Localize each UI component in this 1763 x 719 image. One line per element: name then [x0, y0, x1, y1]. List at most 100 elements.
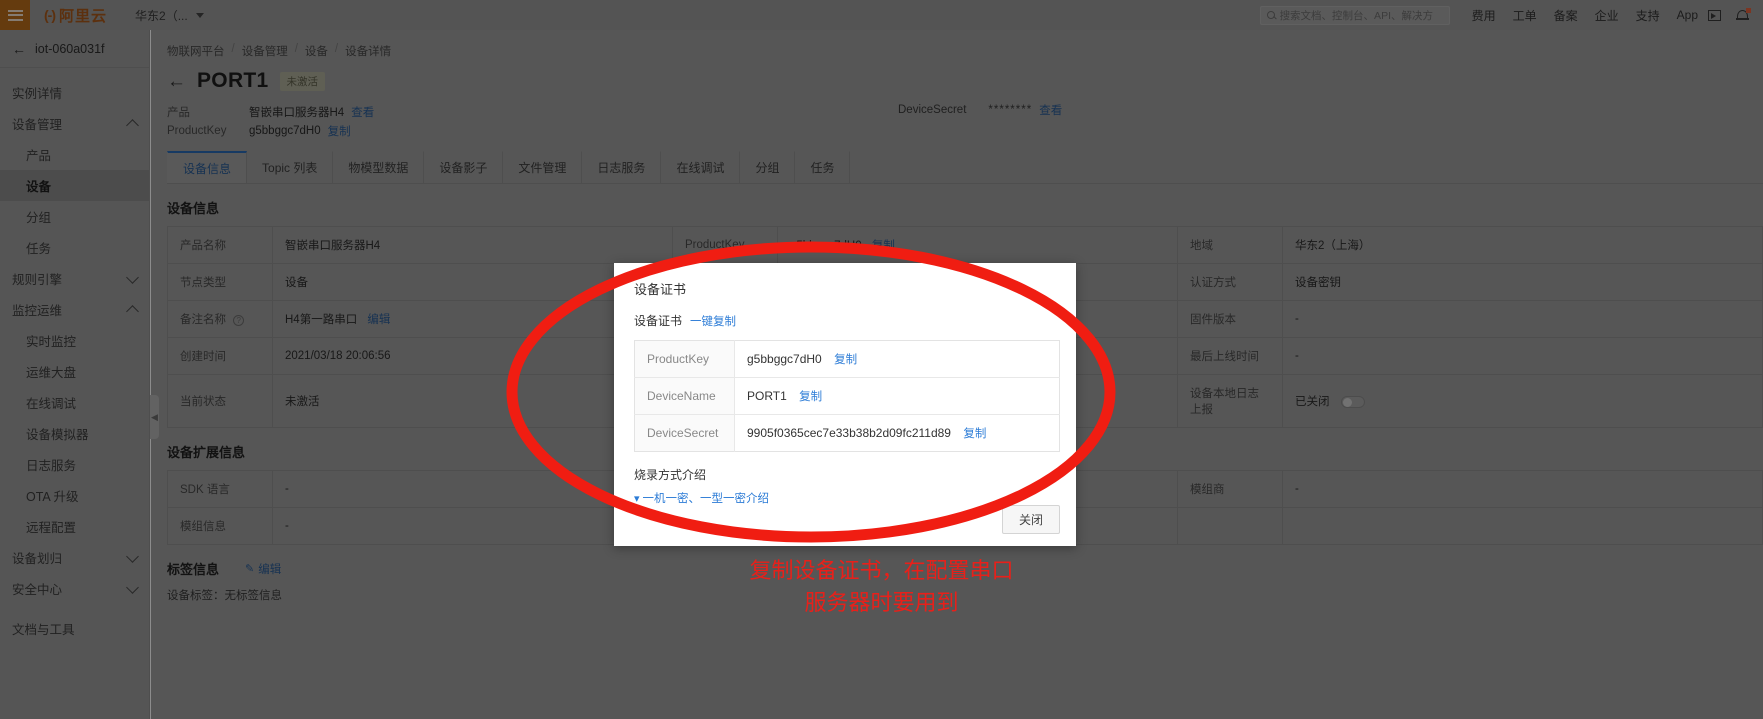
view-devicesecret-link[interactable]: 查看 [1039, 102, 1062, 118]
copy-devicesecret-button[interactable]: 复制 [963, 428, 986, 440]
sidebar-item-device[interactable]: 设备 [0, 170, 149, 201]
topbar-link-app[interactable]: App [1677, 8, 1698, 22]
certificate-table: ProductKey g5bbggc7dH0 复制 DeviceName POR… [634, 340, 1060, 452]
sidebar-item-task[interactable]: 任务 [0, 232, 149, 263]
copy-devicename-button[interactable]: 复制 [799, 391, 822, 403]
local-log-toggle[interactable] [1341, 396, 1365, 408]
sidebar-group-device-assign[interactable]: 设备划归 [0, 542, 149, 573]
back-arrow-icon[interactable]: ← [167, 72, 186, 91]
edit-tags-button[interactable]: ✎ 编辑 [245, 561, 281, 577]
table-row: 产品名称 智嵌串口服务器H4 ProductKey g5bbggc7dH0 复制… [168, 227, 1763, 264]
sidebar-item-docs-tools[interactable]: 文档与工具 [0, 613, 149, 644]
nickname-label: 备注名称 [180, 314, 226, 326]
burn-method-title: 烧录方式介绍 [614, 452, 1076, 483]
tab-log-service[interactable]: 日志服务 [582, 151, 661, 183]
help-icon[interactable]: ? [233, 315, 244, 326]
cell-value-product-name: 智嵌串口服务器H4 [273, 227, 673, 264]
sidebar-item-label: 日志服务 [26, 455, 76, 474]
tab-online-debug[interactable]: 在线调试 [661, 151, 740, 183]
sidebar-item-remote-config[interactable]: 远程配置 [0, 511, 149, 542]
cell-key-node-type: 节点类型 [168, 264, 273, 301]
cell-key-region: 地域 [1178, 227, 1283, 264]
sidebar-item-online-debug[interactable]: 在线调试 [0, 387, 149, 418]
cell-key-firmware-version: 固件版本 [1178, 301, 1283, 338]
cell-value-module-info: - [273, 508, 673, 545]
tab-device-info[interactable]: 设备信息 [167, 151, 247, 183]
device-certificate-dialog: 设备证书 设备证书 一键复制 ProductKey g5bbggc7dH0 复制… [614, 263, 1076, 546]
burn-method-link-label: 一机一密、一型一密介绍 [643, 490, 770, 506]
sidebar-item-ota-upgrade[interactable]: OTA 升级 [0, 480, 149, 511]
cert-devicesecret-value: 9905f0365cec7e33b38b2d09fc211d89 [747, 426, 951, 440]
region-selector[interactable]: 华东2（... [117, 7, 204, 24]
burn-method-link[interactable]: ▾ 一机一密、一型一密介绍 [614, 483, 1076, 506]
arrow-left-icon[interactable]: ← [12, 42, 26, 56]
tab-file-management[interactable]: 文件管理 [503, 151, 582, 183]
breadcrumb-item-iot-platform[interactable]: 物联网平台 [167, 43, 225, 59]
top-navigation-bar: (-) 阿里云 华东2（... 搜索文档、控制台、API、解决方 费用 工单 备… [0, 0, 1763, 30]
section-title-tags: 标签信息 ✎ 编辑 [151, 545, 1763, 578]
sidebar-item-device-simulator[interactable]: 设备模拟器 [0, 418, 149, 449]
breadcrumb-item-device-management[interactable]: 设备管理 [242, 43, 288, 59]
tab-device-shadow[interactable]: 设备影子 [424, 151, 503, 183]
sidebar-group-device-management[interactable]: 设备管理 [0, 108, 149, 139]
meta-row-devicesecret: DeviceSecret ******** 查看 [898, 102, 1062, 118]
close-dialog-button[interactable]: 关闭 [1002, 505, 1060, 534]
dialog-subsection: 设备证书 一键复制 [614, 298, 1076, 329]
chevron-down-icon [126, 581, 139, 594]
sidebar-instance-header[interactable]: ← iot-060a031f [0, 30, 149, 68]
aliyun-logo-text: 阿里云 [59, 5, 107, 26]
sidebar-item-instance-detail[interactable]: 实例详情 [0, 77, 149, 108]
copy-productkey-button[interactable]: 复制 [834, 354, 857, 366]
topbar-link-icp[interactable]: 备案 [1554, 7, 1578, 24]
edit-tags-label: 编辑 [258, 561, 281, 577]
global-search-input[interactable]: 搜索文档、控制台、API、解决方 [1260, 6, 1450, 25]
copy-all-link[interactable]: 一键复制 [690, 313, 736, 329]
topbar-link-enterprise[interactable]: 企业 [1595, 7, 1619, 24]
topbar-link-support[interactable]: 支持 [1636, 7, 1660, 24]
tab-group[interactable]: 分组 [740, 151, 795, 183]
dialog-sub-label: 设备证书 [634, 312, 682, 329]
tab-topic-list[interactable]: Topic 列表 [247, 151, 333, 183]
sidebar-group-security-center[interactable]: 安全中心 [0, 573, 149, 604]
meta-label-product: 产品 [167, 104, 249, 120]
sidebar-item-realtime-monitor[interactable]: 实时监控 [0, 325, 149, 356]
topbar-links: 费用 工单 备案 企业 支持 App [1450, 7, 1708, 24]
cell-value-ext-blank-3 [1283, 508, 1763, 545]
sidebar-item-product[interactable]: 产品 [0, 139, 149, 170]
tab-tsl-data[interactable]: 物模型数据 [333, 151, 424, 183]
aliyun-logo[interactable]: (-) 阿里云 [30, 5, 117, 26]
sidebar-item-label: 设备管理 [12, 114, 62, 133]
sidebar-item-label: 实时监控 [26, 331, 76, 350]
view-product-link[interactable]: 查看 [351, 104, 374, 120]
sidebar-item-group[interactable]: 分组 [0, 201, 149, 232]
sidebar-group-rule-engine[interactable]: 规则引擎 [0, 263, 149, 294]
edit-nickname-link[interactable]: 编辑 [367, 314, 390, 326]
table-row: DeviceName PORT1 复制 [635, 378, 1060, 415]
copy-productkey-link-table[interactable]: 复制 [872, 240, 895, 252]
topbar-link-fee[interactable]: 费用 [1472, 7, 1496, 24]
sidebar-group-monitor-ops[interactable]: 监控运维 [0, 294, 149, 325]
bell-icon[interactable] [1737, 9, 1749, 22]
sidebar-item-label: OTA 升级 [26, 486, 79, 505]
cell-value-auth-type: 设备密钥 [1283, 264, 1763, 301]
sidebar-item-ops-dashboard[interactable]: 运维大盘 [0, 356, 149, 387]
chevron-down-icon [196, 13, 204, 18]
tag-section-title: 标签信息 [167, 559, 219, 578]
tab-task[interactable]: 任务 [795, 151, 850, 183]
cell-key-auth-type: 认证方式 [1178, 264, 1283, 301]
aliyun-logo-mark: (-) [44, 7, 55, 23]
sidebar-collapse-handle[interactable]: ◀ [150, 395, 159, 439]
local-log-status: 已关闭 [1295, 396, 1330, 408]
hamburger-icon[interactable] [0, 0, 30, 30]
copy-productkey-link[interactable]: 复制 [328, 123, 351, 139]
sidebar-item-label: 实例详情 [12, 83, 62, 102]
sidebar-item-log-service[interactable]: 日志服务 [0, 449, 149, 480]
region-label: 华东2（... [135, 7, 188, 24]
screen-icon[interactable] [1708, 10, 1721, 21]
breadcrumb-item-device[interactable]: 设备 [305, 43, 328, 59]
search-icon [1267, 11, 1275, 19]
topbar-link-ticket[interactable]: 工单 [1513, 7, 1537, 24]
sidebar-item-label: 任务 [26, 238, 51, 257]
chevron-up-icon [126, 305, 139, 318]
cert-devicename-value: PORT1 [747, 389, 787, 403]
